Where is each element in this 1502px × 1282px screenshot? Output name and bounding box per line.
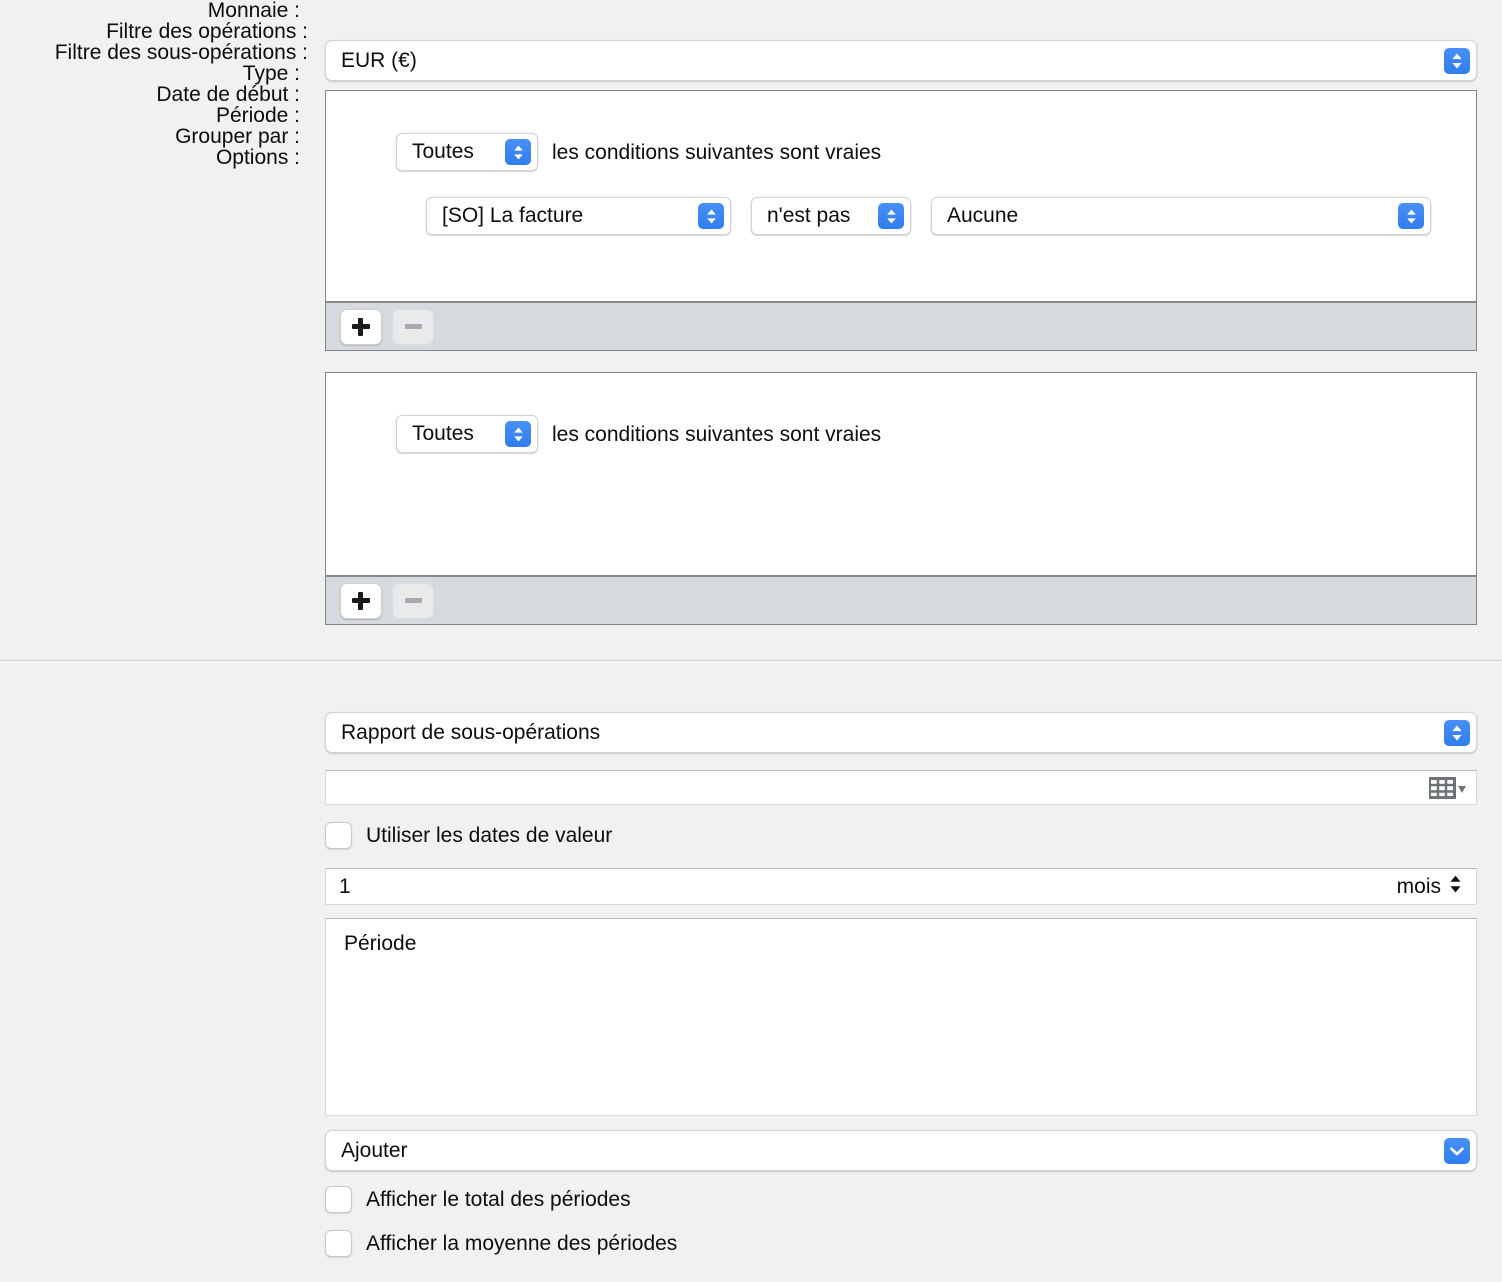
chevron-updown-icon[interactable] [505, 421, 531, 447]
minus-icon [404, 324, 422, 329]
minus-icon [404, 598, 422, 603]
use-value-dates-row[interactable]: Utiliser les dates de valeur [325, 822, 612, 849]
condition-field-value: [SO] La facture [442, 204, 584, 227]
operations-match-popup[interactable]: Toutes [396, 133, 538, 171]
option-show-period-total-checkbox[interactable] [325, 1186, 352, 1213]
options-label: Options : [215, 146, 300, 169]
suboperations-filter-box: Toutes les conditions suivantes sont vra… [325, 372, 1477, 576]
suboperations-match-value: Toutes [412, 422, 474, 445]
chevron-updown-icon[interactable] [1398, 203, 1424, 229]
currency-popup[interactable]: EUR (€) [325, 40, 1477, 81]
start-date-field[interactable] [325, 770, 1477, 805]
remove-operation-condition-button[interactable] [392, 308, 434, 345]
start-date-label: Date de début : [156, 83, 300, 106]
period-unit-label: mois [1396, 874, 1441, 898]
chevron-updown-icon[interactable] [1448, 873, 1463, 901]
chevron-updown-icon[interactable] [1444, 719, 1470, 746]
operations-filter-toolbar [325, 302, 1477, 351]
currency-label: Monnaie : [207, 0, 300, 22]
option-show-period-average-label: Afficher la moyenne des périodes [366, 1231, 678, 1255]
operations-filter-label: Filtre des opérations : [106, 20, 308, 43]
suboperations-match-suffix: les conditions suivantes sont vraies [552, 423, 882, 446]
remove-suboperation-condition-button[interactable] [392, 582, 434, 619]
suboperations-filter-toolbar [325, 576, 1477, 625]
plus-icon [352, 591, 370, 610]
use-value-dates-checkbox[interactable] [325, 822, 352, 849]
type-label: Type : [242, 62, 300, 85]
chevron-updown-icon[interactable] [505, 139, 531, 165]
add-group-menu-button[interactable]: Ajouter [325, 1130, 1477, 1171]
period-unit-stepper[interactable]: mois [1397, 873, 1463, 901]
option-show-period-total-label: Afficher le total des périodes [366, 1187, 631, 1211]
type-value: Rapport de sous-opérations [341, 720, 601, 744]
operations-filter-box: Toutes les conditions suivantes sont vra… [325, 90, 1477, 302]
plus-icon [352, 317, 370, 336]
condition-operator-value: n'est pas [767, 204, 851, 227]
use-value-dates-label: Utiliser les dates de valeur [366, 823, 613, 847]
period-field[interactable]: 1 mois [325, 868, 1477, 905]
condition-field-popup[interactable]: [SO] La facture [426, 197, 731, 235]
period-value: 1 [339, 874, 351, 898]
condition-value-popup[interactable]: Aucune [931, 197, 1431, 235]
operations-match-value: Toutes [412, 140, 474, 163]
option-show-period-average-row[interactable]: Afficher la moyenne des périodes [325, 1230, 677, 1257]
add-group-menu-label: Ajouter [341, 1138, 408, 1162]
calendar-icon[interactable] [1429, 776, 1467, 800]
group-by-label: Grouper par : [175, 125, 300, 148]
group-by-listbox[interactable]: Période [325, 918, 1477, 1116]
chevron-updown-icon[interactable] [1444, 47, 1470, 74]
list-item[interactable]: Période [344, 931, 1476, 956]
chevron-updown-icon[interactable] [878, 203, 904, 229]
section-divider [0, 659, 1502, 661]
condition-operator-popup[interactable]: n'est pas [751, 197, 911, 235]
suboperations-filter-label: Filtre des sous-opérations : [54, 41, 308, 64]
period-label: Période : [215, 104, 300, 127]
currency-value: EUR (€) [341, 48, 417, 72]
add-suboperation-condition-button[interactable] [340, 582, 382, 619]
operations-match-suffix: les conditions suivantes sont vraies [552, 141, 882, 164]
suboperations-match-popup[interactable]: Toutes [396, 415, 538, 453]
report-settings-panel: Monnaie : EUR (€) Filtre des opérations … [0, 0, 1502, 1282]
option-show-period-total-row[interactable]: Afficher le total des périodes [325, 1186, 631, 1213]
type-popup[interactable]: Rapport de sous-opérations [325, 712, 1477, 753]
condition-value-text: Aucune [947, 204, 1019, 227]
option-show-period-average-checkbox[interactable] [325, 1230, 352, 1257]
add-operation-condition-button[interactable] [340, 308, 382, 345]
chevron-down-icon[interactable] [1444, 1137, 1470, 1164]
chevron-updown-icon[interactable] [698, 203, 724, 229]
